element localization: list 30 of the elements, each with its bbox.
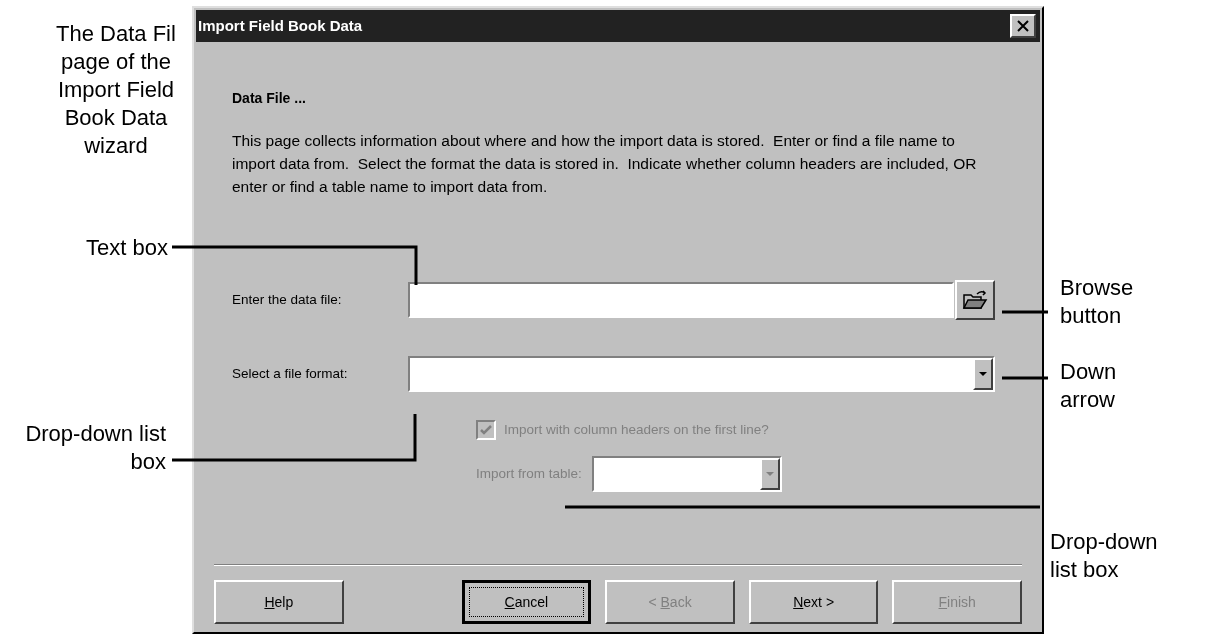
close-icon — [1016, 20, 1030, 32]
callout-label: Text box — [85, 234, 168, 262]
wizard-button[interactable]: Cancel — [461, 580, 592, 624]
down-arrow-icon — [979, 371, 987, 377]
wizard-button: Finish — [892, 580, 1022, 624]
page-heading: Data File ... — [232, 89, 307, 108]
callout-label: Down arrow — [1060, 358, 1118, 414]
dropdown-arrow-button[interactable] — [973, 358, 993, 390]
field-label: Enter the data file: — [232, 290, 343, 309]
wizard-button[interactable]: Help — [214, 580, 344, 624]
file-input-field[interactable] — [408, 282, 954, 318]
check-icon — [480, 425, 492, 436]
window-title: Import Field Book Data — [198, 15, 363, 36]
down-arrow-icon — [765, 471, 774, 477]
checkbox-label: Import with column headers on the first line? — [504, 421, 769, 439]
close-button[interactable] — [1010, 14, 1036, 38]
callout-label: Drop-down list box — [24, 420, 166, 476]
callout-label: Browse button — [1060, 274, 1135, 330]
description-text: This page collects information about where and how the import data is stored. Enter or find a file name to import data from. Select the format the data is stored in. Indicate whether column headers are included, OR enter or find a table name to import data from. — [232, 131, 978, 197]
wizard-button[interactable]: Next > — [748, 580, 879, 624]
field-label: Import from table: — [476, 465, 582, 484]
callout-label: Drop-down list box — [1050, 528, 1159, 584]
folder-icon — [962, 289, 988, 311]
leader-line — [1002, 310, 1048, 314]
field-label: Select a file format: — [232, 364, 349, 383]
browse-button[interactable] — [955, 280, 995, 320]
leader-line — [1002, 376, 1048, 380]
file-format-dropdown[interactable] — [408, 356, 995, 392]
caption: The Data Fil page of the Import Field Book Data wizard — [55, 20, 177, 160]
wizard-button: < Back — [605, 580, 735, 624]
